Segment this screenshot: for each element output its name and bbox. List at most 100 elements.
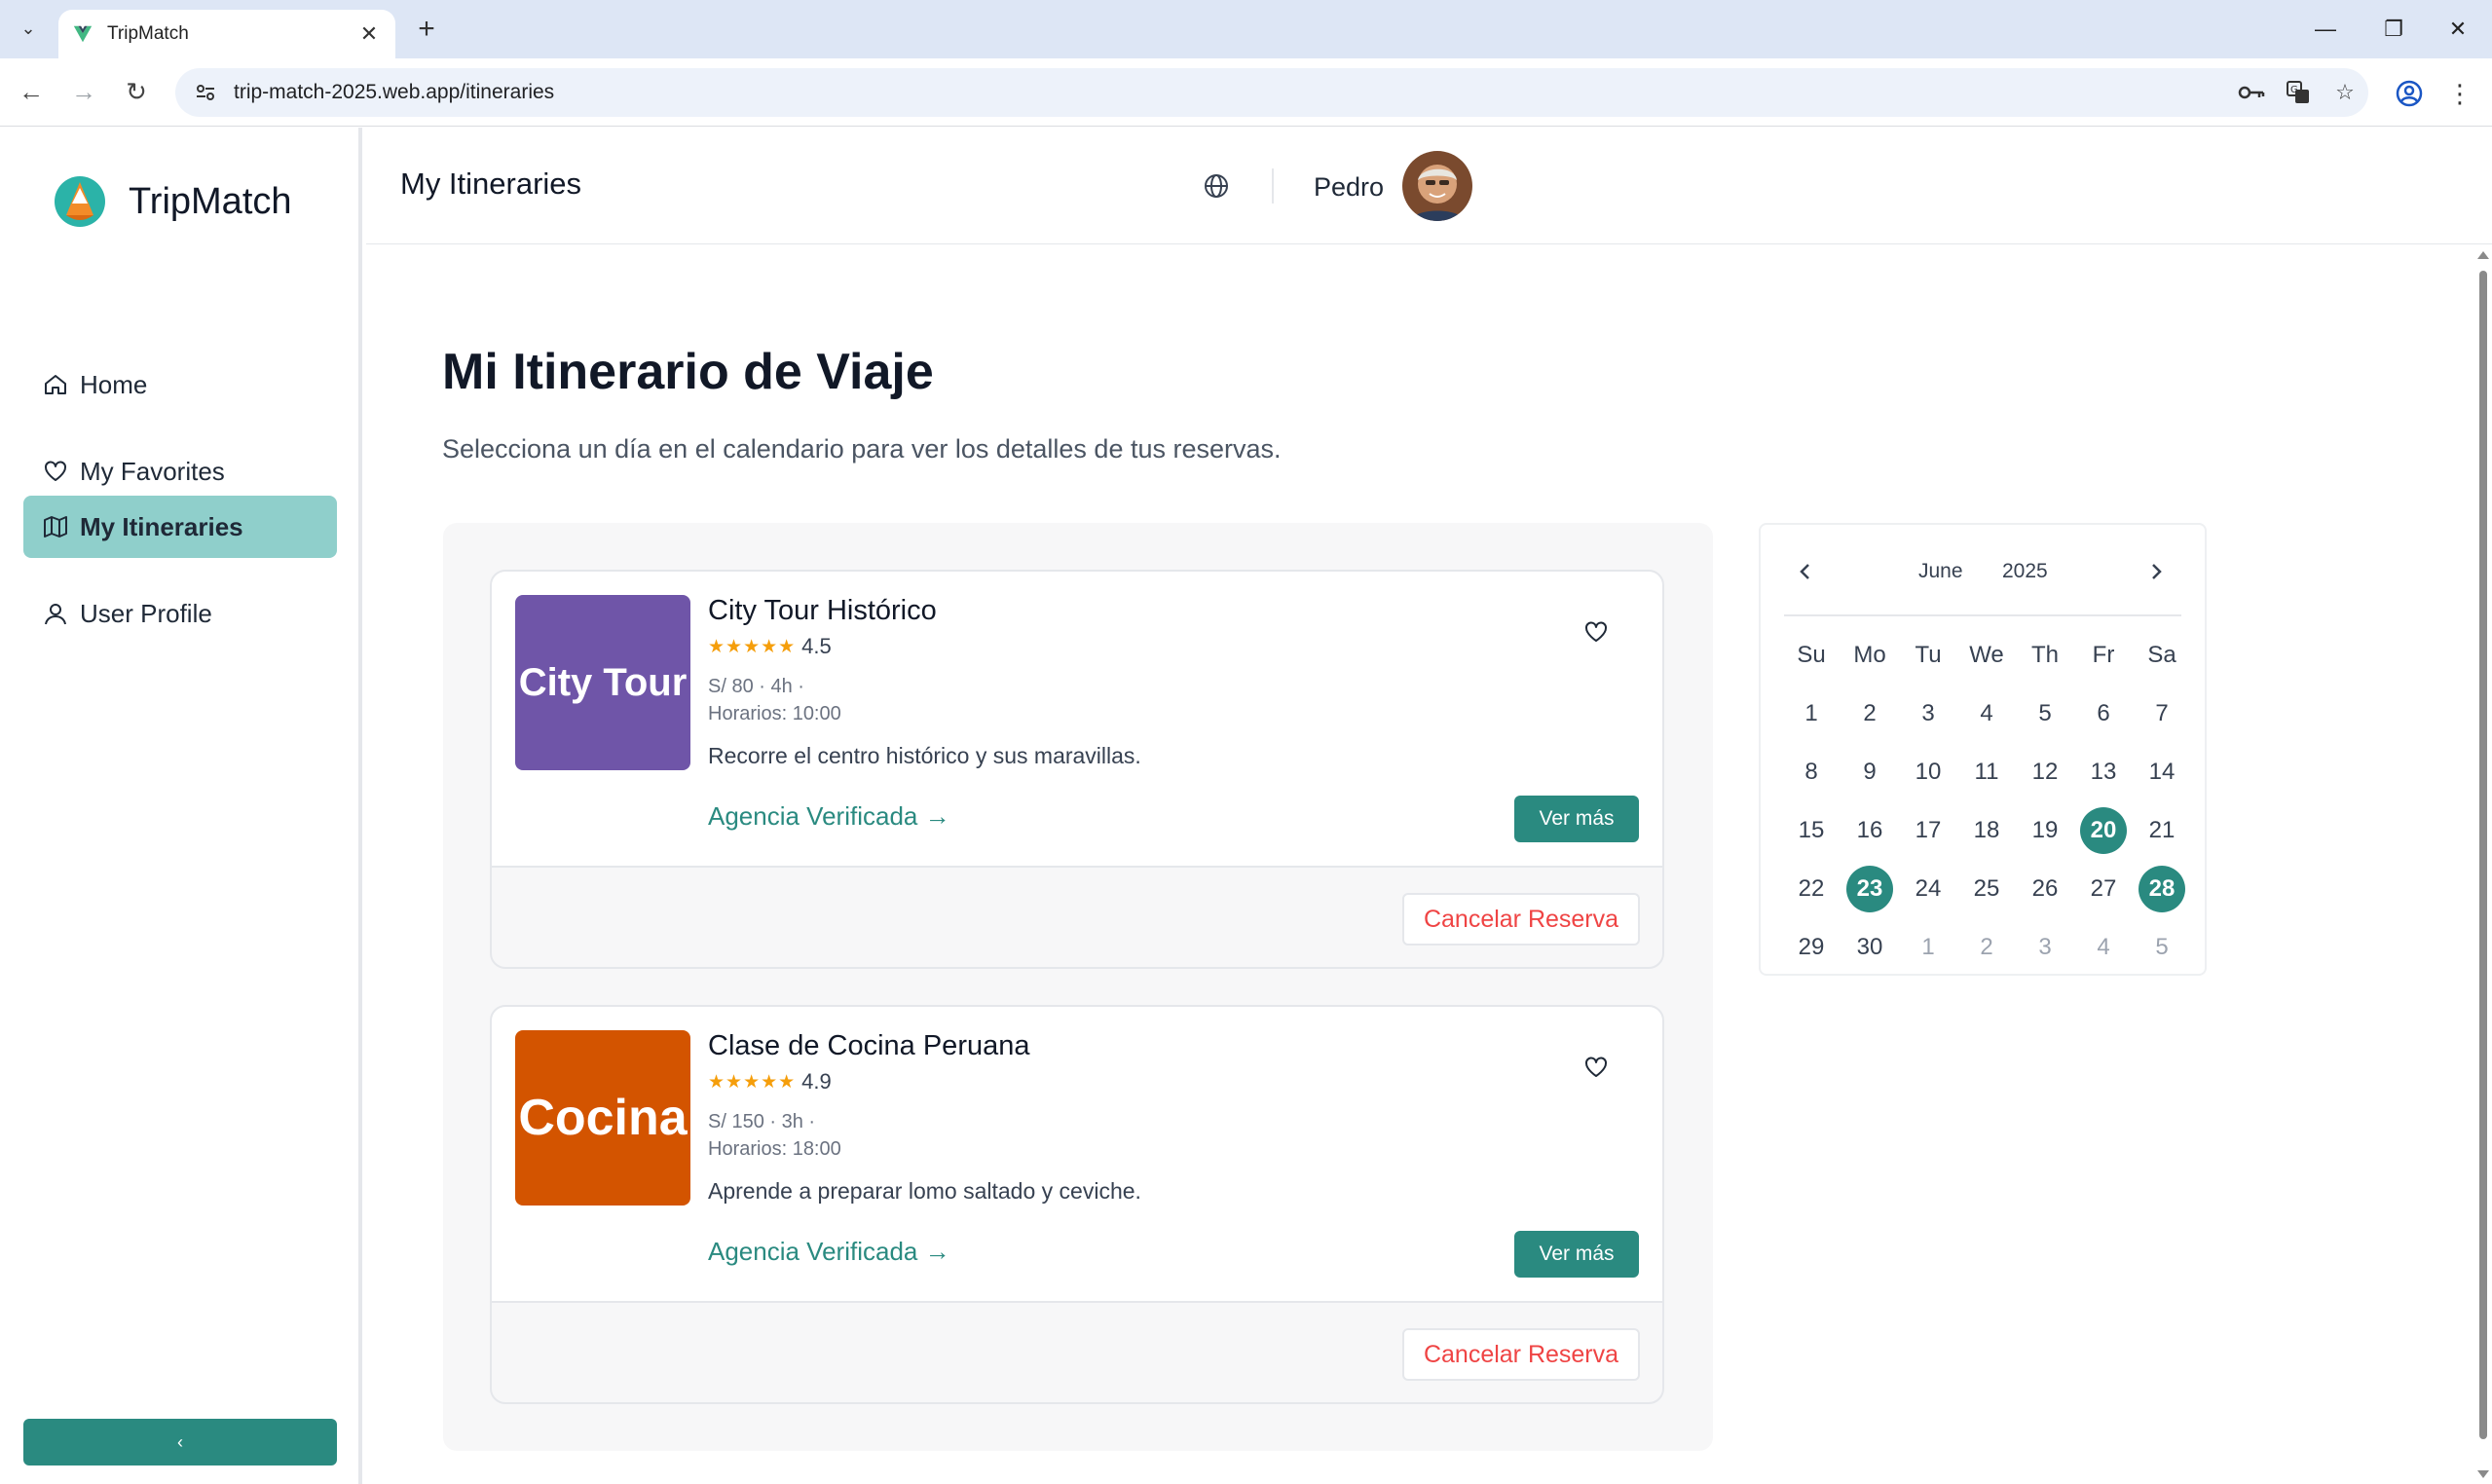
reload-icon[interactable]: ↻ — [117, 72, 156, 111]
calendar-day[interactable]: 6 — [2074, 685, 2133, 743]
calendar-day[interactable]: 16 — [1841, 801, 1899, 860]
calendar-day[interactable]: 10 — [1899, 743, 1957, 801]
calendar-month[interactable]: June — [1918, 560, 1963, 583]
calendar-day[interactable]: 3 — [2016, 918, 2074, 977]
url-text: trip-match-2025.web.app/itineraries — [234, 81, 555, 103]
calendar-weekday: Mo — [1853, 642, 1886, 668]
chevron-right-icon[interactable] — [2139, 554, 2174, 589]
calendar-day[interactable]: 27 — [2074, 860, 2133, 918]
calendar-day[interactable]: 24 — [1899, 860, 1957, 918]
brand-name: TripMatch — [129, 180, 292, 222]
calendar-day[interactable]: 7 — [2133, 685, 2191, 743]
favorite-heart-icon[interactable] — [1579, 1050, 1614, 1085]
calendar-day[interactable]: 19 — [2016, 801, 2074, 860]
calendar-weekday: Tu — [1915, 642, 1942, 668]
calendar-day[interactable]: 2 — [1957, 918, 2016, 977]
calendar-day[interactable]: 12 — [2016, 743, 2074, 801]
address-bar[interactable]: trip-match-2025.web.app/itineraries G ☆ — [175, 68, 2368, 117]
minimize-icon[interactable]: — — [2296, 10, 2355, 49]
cancel-booking-button[interactable]: Cancelar Reserva — [1402, 1328, 1640, 1381]
calendar-day[interactable]: 8 — [1782, 743, 1841, 801]
calendar-day[interactable]: 11 — [1957, 743, 2016, 801]
sidebar-collapse-button[interactable]: ‹ — [23, 1419, 337, 1465]
new-tab-button[interactable]: + — [409, 12, 444, 47]
user-name[interactable]: Pedro — [1314, 172, 1384, 203]
header-divider — [1272, 168, 1274, 204]
rating-value: 4.5 — [801, 634, 832, 658]
agency-verified-link[interactable]: Agencia Verificada → — [708, 1237, 950, 1267]
calendar-day[interactable]: 13 — [2074, 743, 2133, 801]
calendar-day[interactable]: 9 — [1841, 743, 1899, 801]
calendar-day[interactable]: 18 — [1957, 801, 2016, 860]
calendar-day[interactable]: 15 — [1782, 801, 1841, 860]
calendar-day[interactable]: 26 — [2016, 860, 2074, 918]
sidebar-item-home[interactable]: Home — [23, 353, 337, 416]
tab-close-icon[interactable]: ✕ — [356, 21, 382, 47]
favorite-heart-icon[interactable] — [1579, 614, 1614, 649]
calendar-day-number: 12 — [2031, 759, 2059, 785]
calendar-day[interactable]: 4 — [2074, 918, 2133, 977]
view-more-button[interactable]: Ver más — [1514, 796, 1639, 842]
booking-rating: ★★★★★ 4.9 — [708, 1069, 832, 1094]
scroll-down-icon[interactable] — [2477, 1470, 2489, 1478]
brand[interactable]: TripMatch — [53, 174, 292, 229]
booking-calendar: June 2025 Su Mo Tu We Th Fr Sa 1 2 3 4 5 6 7 8 9 10 11 12 1… — [1759, 523, 2207, 976]
chevron-left-icon[interactable] — [1788, 554, 1823, 589]
calendar-day-number: 9 — [1863, 759, 1877, 785]
calendar-day[interactable]: 3 — [1899, 685, 1957, 743]
booking-description: Recorre el centro histórico y sus maravi… — [708, 743, 1141, 768]
calendar-day-number: 2 — [1863, 700, 1877, 726]
booking-title: City Tour Histórico — [708, 595, 937, 626]
calendar-day[interactable]: 22 — [1782, 860, 1841, 918]
calendar-day[interactable]: 4 — [1957, 685, 2016, 743]
avatar[interactable] — [1402, 151, 1472, 221]
calendar-day[interactable]: 5 — [2016, 685, 2074, 743]
globe-icon[interactable] — [1199, 168, 1234, 204]
calendar-day-booked[interactable]: 20 — [2074, 801, 2133, 860]
calendar-day-number: 19 — [2031, 817, 2059, 843]
forward-icon[interactable]: → — [64, 72, 103, 111]
calendar-day-number: 5 — [2038, 700, 2052, 726]
map-icon — [44, 516, 67, 538]
calendar-day[interactable]: 17 — [1899, 801, 1957, 860]
translate-icon[interactable]: G — [2275, 73, 2322, 112]
scroll-up-icon[interactable] — [2477, 251, 2489, 259]
bookmark-star-icon[interactable]: ☆ — [2322, 73, 2368, 112]
calendar-day[interactable]: 5 — [2133, 918, 2191, 977]
browser-tab[interactable]: TripMatch ✕ — [58, 10, 395, 58]
calendar-day-number: 25 — [1973, 875, 2000, 902]
agency-verified-link[interactable]: Agencia Verificada → — [708, 801, 950, 832]
calendar-day[interactable]: 14 — [2133, 743, 2191, 801]
booking-card: Cocina Clase de Cocina Peruana ★★★★★ 4.9… — [490, 1005, 1664, 1404]
view-more-button[interactable]: Ver más — [1514, 1231, 1639, 1278]
browser-menu-icon[interactable]: ⋮ — [2438, 72, 2481, 115]
calendar-weekday: Sa — [2147, 642, 2176, 668]
calendar-day-number: 20 — [2080, 807, 2127, 854]
restore-icon[interactable]: ❐ — [2364, 10, 2423, 49]
calendar-day[interactable]: 21 — [2133, 801, 2191, 860]
calendar-day[interactable]: 29 — [1782, 918, 1841, 977]
sidebar-item-profile[interactable]: User Profile — [23, 582, 337, 645]
booking-price-duration: S/ 80 · 4h · — [708, 676, 804, 697]
sidebar-item-label: My Itineraries — [80, 511, 243, 541]
calendar-day-booked[interactable]: 23 — [1841, 860, 1899, 918]
window-close-icon[interactable]: ✕ — [2429, 10, 2487, 49]
calendar-day[interactable]: 30 — [1841, 918, 1899, 977]
calendar-day[interactable]: 1 — [1782, 685, 1841, 743]
password-key-icon[interactable] — [2228, 73, 2275, 112]
calendar-header: June 2025 — [1761, 525, 2205, 614]
back-icon[interactable]: ← — [12, 72, 51, 111]
scrollbar-thumb[interactable] — [2479, 271, 2487, 1439]
calendar-day-booked[interactable]: 28 — [2133, 860, 2191, 918]
site-info-icon[interactable] — [189, 76, 222, 109]
calendar-year[interactable]: 2025 — [2002, 560, 2048, 583]
calendar-day[interactable]: 1 — [1899, 918, 1957, 977]
calendar-day[interactable]: 2 — [1841, 685, 1899, 743]
sidebar-item-itineraries[interactable]: My Itineraries — [23, 496, 337, 558]
calendar-day[interactable]: 25 — [1957, 860, 2016, 918]
page-scrollbar[interactable] — [2474, 245, 2492, 1484]
cancel-booking-button[interactable]: Cancelar Reserva — [1402, 893, 1640, 946]
sidebar-item-favorites[interactable]: My Favorites — [23, 440, 337, 502]
browser-profile-icon[interactable] — [2388, 72, 2431, 115]
tab-search-button[interactable]: ⌄ — [12, 14, 45, 43]
